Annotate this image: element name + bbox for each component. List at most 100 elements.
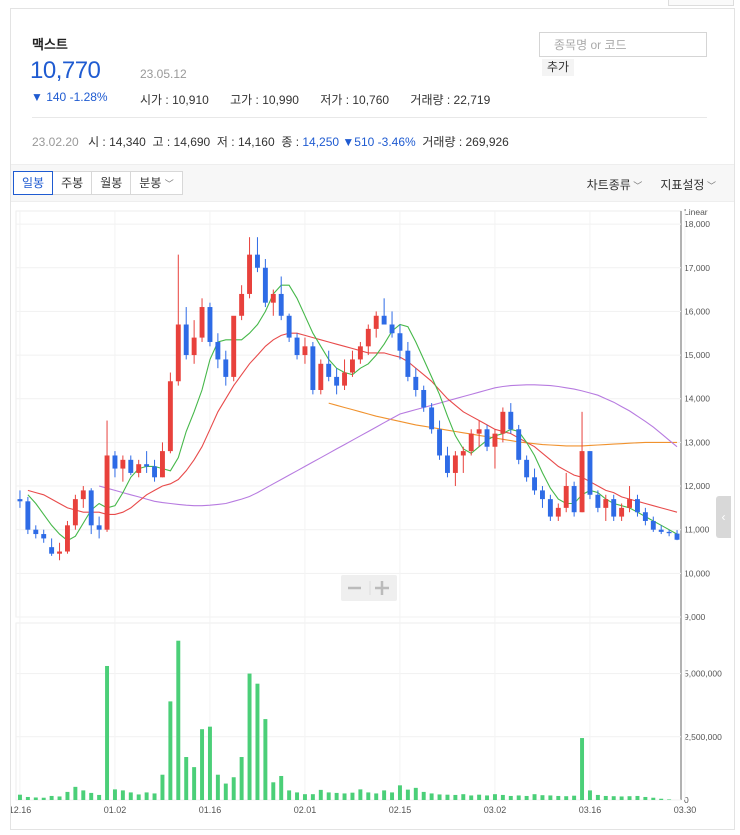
y-tick-label: 9,000 — [684, 612, 706, 622]
crosshair-change: ▼510 -3.46% — [342, 135, 416, 149]
volume-tick-label: 5,000,000 — [684, 669, 722, 679]
candle — [627, 499, 632, 508]
volume-bar — [81, 790, 86, 800]
candle — [278, 293, 284, 316]
volume-bar — [366, 792, 371, 800]
candle — [270, 293, 276, 303]
volume-bar — [41, 797, 46, 800]
y-tick-label: 16,000 — [684, 306, 710, 316]
volume-bar — [603, 795, 608, 800]
candle — [310, 346, 316, 390]
crosshair-volume: 거래량 : 269,926 — [422, 135, 509, 149]
volume-bar — [231, 777, 236, 800]
high-price: 고가 : 10,990 — [230, 93, 299, 107]
volume-bar — [611, 796, 616, 800]
add-button[interactable]: 추가 — [542, 59, 574, 76]
expand-panel-icon[interactable]: ‹ — [716, 496, 731, 538]
tab-minute[interactable]: 분봉 ﹀ — [130, 171, 183, 195]
chevron-down-icon: ﹀ — [704, 181, 716, 191]
candle — [262, 267, 268, 303]
volume-bar — [136, 794, 141, 800]
volume-bar — [659, 798, 664, 800]
x-tick-label: 03.02 — [484, 805, 507, 815]
price-stats: 시가 : 10,910 고가 : 10,990 저가 : 10,760 거래량 … — [140, 91, 508, 108]
candle — [579, 451, 585, 513]
candle — [350, 359, 355, 373]
stock-name: 맥스트 — [32, 37, 68, 52]
volume-bar — [643, 796, 648, 800]
volume-bar — [89, 792, 94, 800]
volume-bar — [215, 774, 220, 800]
candle — [199, 307, 205, 338]
y-tick-label: 11,000 — [684, 525, 710, 535]
top-tab[interactable] — [668, 0, 734, 6]
y-tick-label: 14,000 — [684, 394, 710, 404]
volume-bar — [49, 795, 54, 800]
volume-bar — [326, 792, 331, 800]
search-input[interactable] — [540, 33, 706, 56]
volume-bar — [540, 795, 545, 800]
x-tick-label: 03.16 — [579, 805, 602, 815]
candle — [17, 499, 23, 502]
candle — [587, 451, 593, 495]
y-tick-label: 10,000 — [684, 568, 710, 578]
volume-bar — [548, 795, 553, 800]
crosshair-date: 23.02.20 — [32, 135, 79, 149]
volume-bar — [17, 794, 22, 800]
candle — [96, 525, 102, 530]
volume-bar — [342, 793, 347, 800]
candle — [160, 451, 165, 478]
low-price: 저가 : 10,760 — [320, 93, 390, 107]
candle — [342, 372, 347, 386]
candle — [642, 512, 648, 521]
tab-daily[interactable]: 일봉 — [13, 171, 54, 195]
volume-bar — [564, 796, 569, 800]
candle — [445, 455, 450, 473]
candle — [318, 363, 324, 390]
volume-bar — [247, 673, 252, 800]
volume-bar — [73, 786, 78, 800]
volume-bar — [120, 790, 125, 800]
price-change: ▼ 140 -1.28% — [31, 90, 108, 104]
candle — [389, 324, 395, 334]
crosshair-info: 23.02.20 시 : 14,340 고 : 14,690 저 : 14,16… — [32, 133, 509, 150]
candle — [619, 507, 625, 517]
tab-monthly[interactable]: 월봉 — [91, 171, 132, 195]
candle — [650, 520, 656, 530]
x-tick-label: 03.30 — [674, 805, 697, 815]
candle — [547, 499, 553, 517]
candle — [532, 477, 537, 491]
candle — [223, 359, 229, 377]
volume-bar — [168, 701, 173, 800]
volume-bar — [271, 782, 276, 800]
tab-weekly[interactable]: 주봉 — [52, 171, 93, 195]
candle — [437, 429, 442, 456]
volume-bar — [667, 799, 672, 800]
volume-bar — [350, 792, 355, 800]
candle — [397, 333, 403, 351]
y-tick-label: 17,000 — [684, 263, 710, 273]
volume-bar — [500, 794, 505, 800]
candle — [468, 433, 474, 452]
indicator-dropdown[interactable]: 지표설정 ﹀ — [660, 176, 716, 193]
search-box — [539, 32, 707, 57]
y-tick-label: 13,000 — [684, 437, 710, 447]
volume-bar — [184, 757, 189, 800]
volume-bar — [619, 796, 624, 800]
candle — [381, 315, 387, 325]
y-tick-label: 18,000 — [684, 219, 710, 229]
volume-bar — [556, 795, 561, 800]
candle — [144, 464, 150, 467]
chart-type-dropdown[interactable]: 차트종류 ﹀ — [587, 176, 643, 193]
volume-bar — [572, 795, 577, 800]
candle — [357, 346, 363, 360]
volume-bar — [390, 792, 395, 800]
candle — [231, 315, 237, 377]
x-tick-label: 12.16 — [11, 805, 31, 815]
candle — [524, 459, 530, 478]
price-chart[interactable]: 18,000 17,000 16,000 15,000 14,000 13,000 12,0… — [11, 203, 734, 830]
volume-bar — [421, 791, 426, 800]
candle — [595, 494, 601, 508]
candle — [294, 337, 300, 356]
volume-bar — [453, 794, 458, 800]
